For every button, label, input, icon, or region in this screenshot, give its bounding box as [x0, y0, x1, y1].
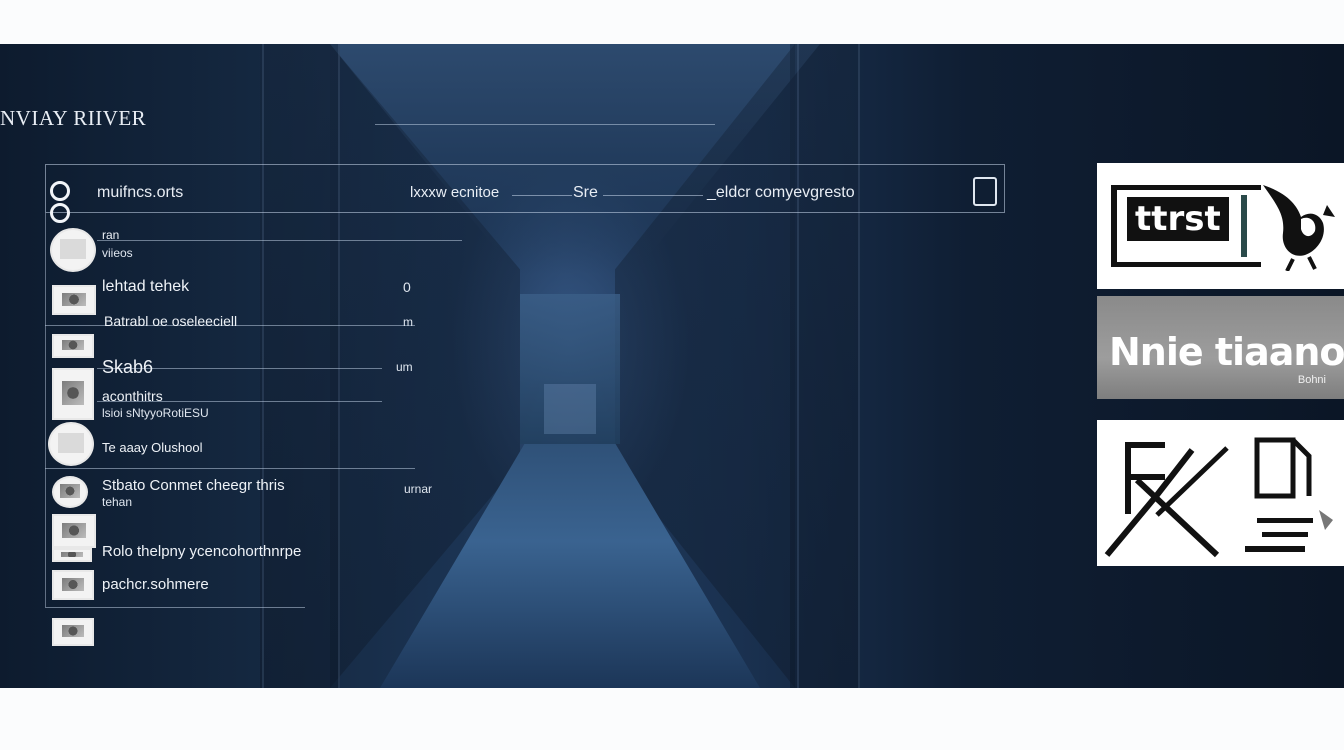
- thumbnail-image[interactable]: [48, 422, 94, 466]
- corridor-end-door: [520, 294, 620, 444]
- divider: [45, 468, 415, 469]
- list-item-label[interactable]: aconthitrs: [102, 388, 163, 404]
- divider: [262, 44, 264, 688]
- glasses-icon[interactable]: [50, 180, 86, 223]
- chart-doc-icon: [1104, 437, 1333, 558]
- thumbnail-image[interactable]: [50, 228, 96, 272]
- list-item-value: m: [403, 315, 413, 329]
- divider: [512, 195, 572, 196]
- list-item-value: urnar: [404, 482, 433, 496]
- logo-bar: [1241, 195, 1247, 257]
- header-mid-label[interactable]: lxxxw ecnitoe: [410, 184, 499, 201]
- divider: [97, 240, 462, 241]
- checkbox[interactable]: [973, 177, 997, 206]
- header-mid-short[interactable]: Sre: [573, 184, 598, 202]
- list-item-label[interactable]: pachcr.sohmere: [102, 576, 209, 593]
- server-rack: [260, 44, 340, 688]
- logo-card[interactable]: ttrst: [1097, 163, 1344, 289]
- thumbnail-image[interactable]: [52, 618, 94, 646]
- thumbnail-image[interactable]: [52, 368, 94, 420]
- thumbnail-image[interactable]: [52, 334, 94, 358]
- page-title: NVIAY RIIVER: [0, 106, 147, 130]
- list-item-label[interactable]: lehtad tehek: [102, 278, 189, 296]
- list-item-label[interactable]: ran: [102, 228, 119, 242]
- thumbnail-image[interactable]: [52, 570, 94, 600]
- list-item-label[interactable]: Skab6: [102, 357, 153, 378]
- list-item-label[interactable]: Stbato Conmet cheegr thris: [102, 477, 285, 494]
- list-item-sub: tehan: [102, 495, 133, 509]
- list-item-value: um: [396, 360, 413, 374]
- divider: [603, 195, 703, 196]
- thumbnail-image[interactable]: [52, 514, 96, 548]
- list-item-value: 0: [403, 279, 411, 295]
- server-rack: [790, 44, 860, 688]
- banner-text: Nnie tiaano: [1109, 330, 1344, 374]
- list-item-label[interactable]: Rolo thelpny ycencohorthnrpe: [102, 543, 301, 560]
- header-bar: [45, 164, 1005, 213]
- banner-sub: Bohni: [1297, 374, 1326, 386]
- thumbnail-image[interactable]: [52, 476, 88, 508]
- divider: [797, 44, 799, 688]
- logo-text: ttrst: [1127, 197, 1229, 241]
- thumbnail-image[interactable]: [52, 285, 96, 315]
- divider: [338, 44, 340, 688]
- header-left-label[interactable]: muifncs.orts: [97, 184, 183, 202]
- panel-border: [45, 213, 46, 607]
- list-item-sub: viieos: [102, 246, 133, 260]
- list-item-sub: lsioi sNtyyoRotiESU: [102, 406, 209, 420]
- bird-icon: [1263, 185, 1335, 271]
- thumbnail-image[interactable]: [52, 548, 92, 562]
- icon-card[interactable]: [1097, 420, 1344, 566]
- divider: [45, 607, 305, 608]
- divider: [375, 124, 715, 125]
- divider: [858, 44, 860, 688]
- banner-card[interactable]: Nnie tiaano Bohni: [1097, 296, 1344, 399]
- list-item-label[interactable]: Te aaay Olushool: [102, 440, 202, 455]
- header-right-label[interactable]: _eldcr comyevgresto: [707, 184, 855, 202]
- list-item-label[interactable]: Batrabl oe oseleeciell: [104, 313, 237, 329]
